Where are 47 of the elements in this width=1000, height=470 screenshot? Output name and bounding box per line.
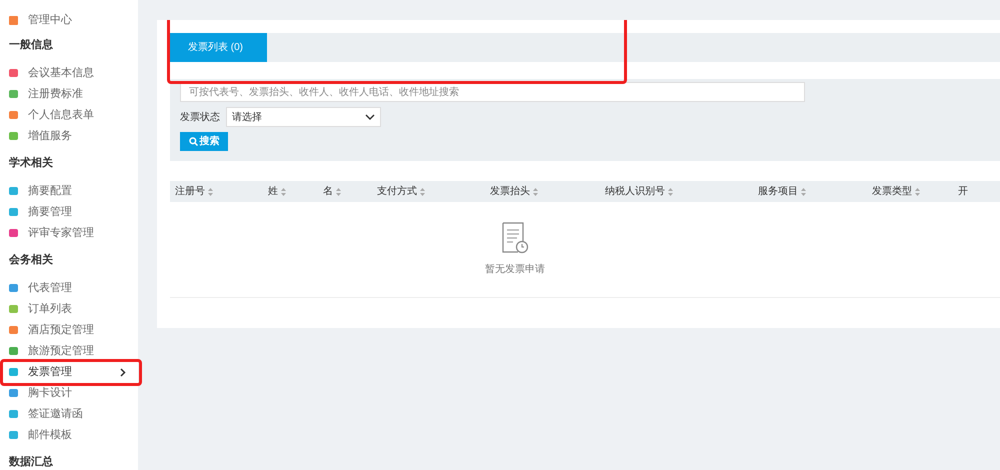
- sidebar-item[interactable]: 邮件模板: [0, 424, 138, 446]
- column-header[interactable]: 发票类型: [872, 184, 958, 199]
- section-heading: 数据汇总: [8, 454, 54, 470]
- sidebar-item[interactable]: 发票管理: [0, 362, 138, 382]
- sort-icon: [420, 188, 425, 196]
- section-heading: 会务相关: [8, 252, 54, 268]
- search-field[interactable]: 可按代表号、发票抬头、收件人、收件人电话、收件地址搜索: [180, 82, 805, 102]
- empty-message: 暂无发票申请: [485, 262, 545, 277]
- sidebar-item[interactable]: 订单列表: [0, 298, 138, 320]
- sidebar-item[interactable]: 胸卡设计: [0, 382, 138, 404]
- filter-label: 发票状态: [180, 110, 220, 124]
- column-header[interactable]: 姓: [268, 184, 323, 199]
- sidebar-item[interactable]: 摘要管理: [0, 202, 138, 222]
- column-header[interactable]: 服务项目: [758, 184, 872, 199]
- sidebar-item[interactable]: 管理中心: [0, 12, 138, 28]
- column-header[interactable]: 发票抬头: [490, 184, 605, 199]
- sort-icon: [668, 188, 673, 196]
- sidebar-item[interactable]: 注册费标准: [0, 84, 138, 104]
- status-select[interactable]: 请选择: [226, 107, 381, 127]
- sort-icon: [336, 188, 341, 196]
- sidebar-item[interactable]: 旅游预定管理: [0, 340, 138, 362]
- column-header[interactable]: 名: [323, 184, 377, 199]
- sidebar-item[interactable]: 个人信息表单: [0, 104, 138, 126]
- empty-document-icon: [501, 222, 529, 254]
- column-header[interactable]: 开: [958, 184, 988, 199]
- sort-icon: [533, 188, 538, 196]
- chevron-down-icon: [365, 114, 375, 120]
- sort-icon: [915, 188, 920, 196]
- sidebar-item[interactable]: 会议基本信息: [0, 62, 138, 84]
- sidebar-item[interactable]: 评审专家管理: [0, 222, 138, 244]
- tab[interactable]: 发票列表 (0): [170, 33, 267, 62]
- sort-icon: [208, 188, 213, 196]
- section-heading: 学术相关: [8, 156, 54, 172]
- sort-icon: [281, 188, 286, 196]
- sidebar-item[interactable]: 签证邀请函: [0, 404, 138, 424]
- section-heading: 一般信息: [8, 38, 54, 54]
- sidebar-item[interactable]: 酒店预定管理: [0, 320, 138, 340]
- column-header[interactable]: 注册号: [175, 184, 268, 199]
- sort-icon: [801, 188, 806, 196]
- sidebar-item[interactable]: 摘要配置: [0, 180, 138, 202]
- chevron-right-icon: [120, 368, 126, 376]
- search-button[interactable]: 搜索: [180, 132, 228, 151]
- column-header[interactable]: 支付方式: [377, 184, 490, 199]
- sidebar-item[interactable]: 增值服务: [0, 126, 138, 146]
- column-header[interactable]: 纳税人识别号: [605, 184, 758, 199]
- sidebar-item[interactable]: 代表管理: [0, 278, 138, 298]
- search-icon: [188, 137, 198, 146]
